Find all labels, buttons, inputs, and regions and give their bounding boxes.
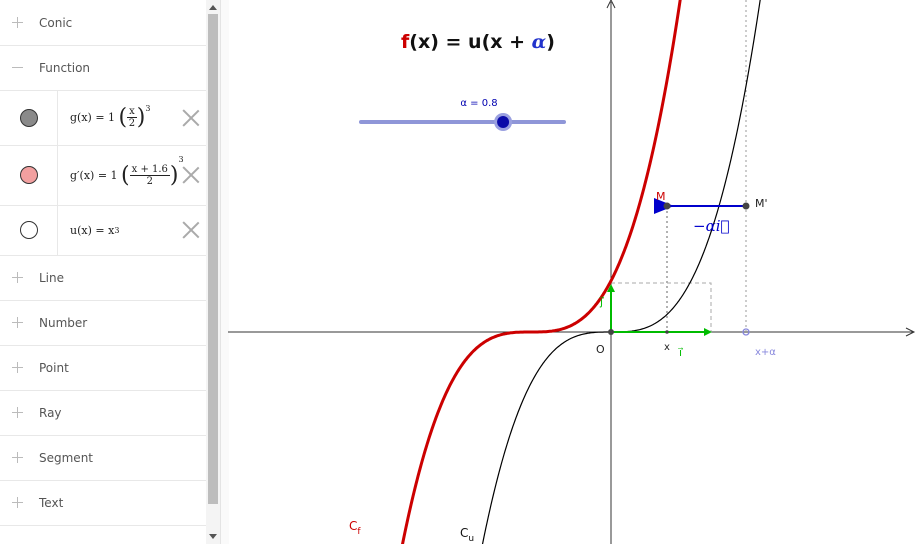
scroll-thumb[interactable] — [208, 14, 218, 504]
delete-icon[interactable] — [182, 221, 200, 239]
curve-u[interactable] — [479, 0, 763, 544]
point-M-prime[interactable] — [742, 202, 750, 210]
label-vector-minus-alpha-i: −αi⃗ — [693, 217, 730, 235]
category-conic[interactable]: Conic — [0, 0, 206, 46]
category-label: Line — [39, 270, 65, 285]
object-formula[interactable]: u(x) = x3 — [70, 205, 119, 255]
axes — [228, 0, 916, 544]
category-label: Ray — [39, 405, 62, 420]
vector-i-arrow-icon — [704, 328, 712, 336]
alpha-slider[interactable]: α = 0.8 — [359, 98, 566, 131]
category-line[interactable]: Line — [0, 255, 206, 301]
point-x[interactable] — [665, 330, 669, 334]
object-formula[interactable]: g′(x) = 1 (x + 1.6 2) 3 — [70, 145, 184, 205]
object-row-gp[interactable]: g′(x) = 1 (x + 1.6 2) 3 — [0, 145, 206, 206]
category-label: Segment — [39, 450, 93, 465]
visibility-dot-icon[interactable] — [19, 221, 38, 239]
category-number[interactable]: Number — [0, 300, 206, 346]
delete-icon[interactable] — [182, 109, 200, 127]
scroll-down-arrow-icon[interactable] — [209, 534, 217, 539]
label-x-plus-alpha: x+α — [755, 347, 776, 358]
slider-knob[interactable] — [497, 116, 510, 128]
expand-plus-icon[interactable] — [12, 272, 23, 283]
category-label: Conic — [39, 15, 73, 30]
algebra-scrollbar[interactable] — [206, 0, 220, 544]
category-label: Text — [39, 495, 64, 510]
label-Cu: Cu — [460, 526, 474, 544]
expand-plus-icon[interactable] — [12, 317, 23, 328]
delete-icon[interactable] — [182, 166, 200, 184]
visibility-toggle[interactable] — [0, 145, 58, 205]
formula-title: f(x) = u(x + α) — [401, 31, 555, 53]
expand-plus-icon[interactable] — [12, 452, 23, 463]
label-x: x — [664, 342, 670, 353]
label-vector-i: i⃗ — [677, 346, 683, 359]
category-segment[interactable]: Segment — [0, 435, 206, 481]
point-origin[interactable] — [608, 329, 614, 335]
point-M[interactable] — [663, 202, 671, 210]
object-formula[interactable]: g(x) = 1 (x 2) 3 — [70, 90, 150, 145]
expand-plus-icon[interactable] — [12, 497, 23, 508]
category-point[interactable]: Point — [0, 345, 206, 391]
category-label: Function — [39, 60, 91, 75]
collapse-minus-icon[interactable] — [12, 62, 23, 73]
label-origin: O — [596, 343, 605, 356]
category-label: Number — [39, 315, 88, 330]
curve-f[interactable] — [399, 0, 683, 544]
scroll-up-arrow-icon[interactable] — [209, 5, 217, 10]
expand-plus-icon[interactable] — [12, 17, 23, 28]
algebra-view: Conic Function g(x) = 1 (x 2) 3 g′(x) = 1 (x … — [0, 0, 206, 544]
guide-lines — [611, 0, 747, 332]
label-vector-j: j⃗ — [598, 295, 604, 308]
object-row-u[interactable]: u(x) = x3 — [0, 205, 206, 256]
visibility-dot-icon[interactable] — [19, 166, 38, 184]
label-M-prime: M' — [755, 197, 768, 210]
label-M: M — [656, 190, 666, 203]
category-ray[interactable]: Ray — [0, 390, 206, 436]
category-label: Point — [39, 360, 69, 375]
category-text[interactable]: Text — [0, 480, 206, 526]
visibility-toggle[interactable] — [0, 90, 58, 145]
graphics-view[interactable]: M M' −αi⃗ O x i⃗ j⃗ x+α Cf Cu f(x) = u(x… — [228, 0, 917, 544]
visibility-toggle[interactable] — [0, 205, 58, 255]
expand-plus-icon[interactable] — [12, 362, 23, 373]
slider-label: α = 0.8 — [460, 98, 497, 109]
category-function[interactable]: Function — [0, 45, 206, 91]
expand-plus-icon[interactable] — [12, 407, 23, 418]
label-Cf: Cf — [349, 519, 361, 537]
object-row-g[interactable]: g(x) = 1 (x 2) 3 — [0, 90, 206, 146]
visibility-dot-icon[interactable] — [19, 108, 38, 127]
